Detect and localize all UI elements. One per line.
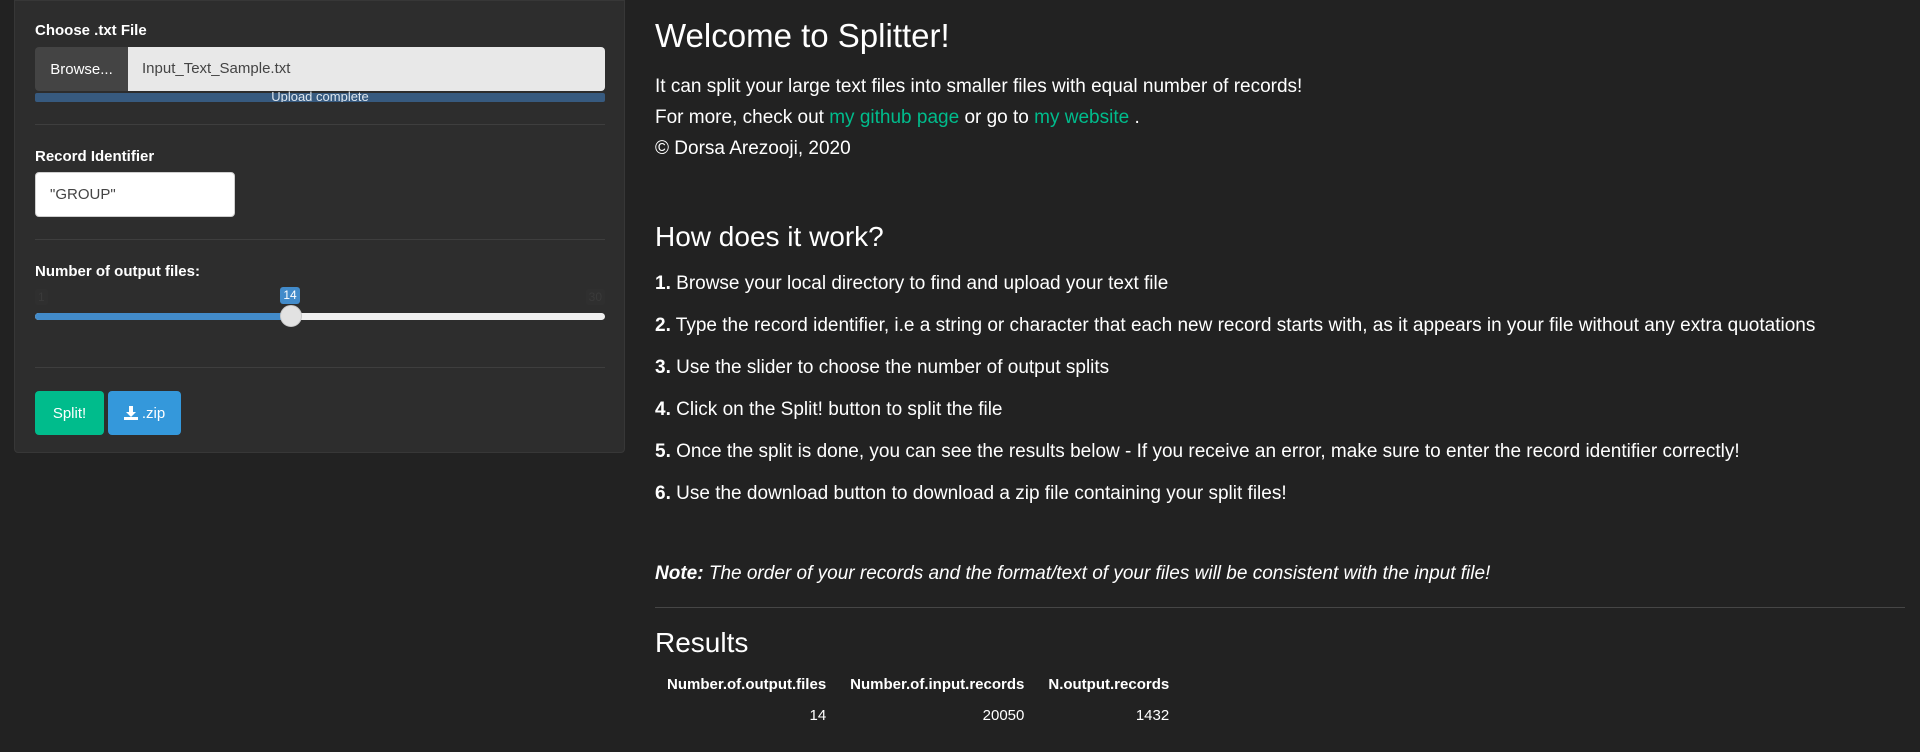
step-text: Browse your local directory to find and … (676, 273, 1169, 294)
download-zip-button[interactable]: .zip (108, 391, 181, 435)
links-prefix: For more, check out (655, 107, 824, 128)
step-number: 3. (655, 357, 671, 378)
download-icon (123, 406, 138, 420)
links-middle: or go to (964, 107, 1029, 128)
table-row: 14 20050 1432 (655, 701, 1181, 730)
results-table: Number.of.output.files Number.of.input.r… (655, 670, 1181, 730)
divider (35, 367, 605, 368)
step-text: Use the slider to choose the number of o… (676, 357, 1110, 378)
slider-handle[interactable] (280, 305, 302, 327)
how-it-works-heading: How does it work? (655, 221, 884, 252)
table-header-row: Number.of.output.files Number.of.input.r… (655, 670, 1181, 701)
browse-button[interactable]: Browse... (35, 47, 128, 91)
upload-progress-bar: Upload complete (35, 90, 605, 102)
column-header: Number.of.output.files (667, 676, 827, 693)
intro-text: It can split your large text files into … (655, 76, 1303, 97)
output-files-label: Number of output files: (35, 263, 200, 280)
record-identifier-label: Record Identifier (35, 148, 155, 165)
step-number: 5. (655, 441, 671, 462)
column-header: N.output.records (1048, 676, 1170, 693)
step-item: 1. Browse your local directory to find a… (655, 273, 1168, 295)
step-text: Type the record identifier, i.e a string… (675, 315, 1816, 336)
website-link[interactable]: my website (1034, 107, 1129, 128)
step-number: 1. (655, 273, 671, 294)
note-body: The order of your records and the format… (708, 563, 1491, 584)
step-item: 4. Click on the Split! button to split t… (655, 399, 1002, 421)
step-number: 6. (655, 483, 671, 504)
step-number: 2. (655, 315, 671, 336)
results-heading: Results (655, 627, 749, 658)
note-text: Note: The order of your records and the … (655, 563, 1490, 585)
download-zip-label: .zip (141, 404, 166, 422)
slider-min-label: 1 (35, 289, 48, 305)
slider-max-label: 30 (585, 289, 605, 305)
table-cell: 1432 (1135, 707, 1170, 724)
slider-value-label: 14 (280, 287, 300, 304)
column-header: Number.of.input.records (850, 676, 1025, 693)
file-name-field[interactable]: Input_Text_Sample.txt (128, 47, 605, 91)
github-link[interactable]: my github page (829, 107, 959, 128)
slider-fill (35, 313, 291, 320)
step-item: 6. Use the download button to download a… (655, 483, 1287, 505)
links-line: For more, check out my github page or go… (655, 107, 1140, 129)
split-button[interactable]: Split! (35, 391, 104, 435)
step-text: Click on the Split! button to split the … (676, 399, 1003, 420)
step-text: Once the split is done, you can see the … (676, 441, 1740, 462)
step-item: 5. Once the split is done, you can see t… (655, 441, 1740, 463)
record-identifier-input[interactable] (35, 172, 235, 217)
step-text: Use the download button to download a zi… (676, 483, 1287, 504)
upload-status: Upload complete (271, 90, 369, 102)
page-title: Welcome to Splitter! (655, 17, 950, 54)
divider (35, 124, 605, 125)
note-label: Note: (655, 563, 704, 584)
divider (35, 239, 605, 240)
divider (655, 607, 1905, 608)
links-suffix: . (1134, 107, 1140, 128)
table-cell: 20050 (982, 707, 1025, 724)
copyright-text: © Dorsa Arezooji, 2020 (655, 138, 851, 159)
step-number: 4. (655, 399, 671, 420)
step-item: 2. Type the record identifier, i.e a str… (655, 315, 1815, 337)
output-files-slider[interactable]: 1 30 14 (35, 287, 605, 347)
file-input-label: Choose .txt File (35, 22, 147, 39)
table-cell: 14 (809, 707, 827, 724)
sidebar-panel: Choose .txt File Browse... Input_Text_Sa… (14, 0, 625, 453)
file-input-group: Browse... Input_Text_Sample.txt (35, 47, 605, 91)
step-item: 3. Use the slider to choose the number o… (655, 357, 1109, 379)
